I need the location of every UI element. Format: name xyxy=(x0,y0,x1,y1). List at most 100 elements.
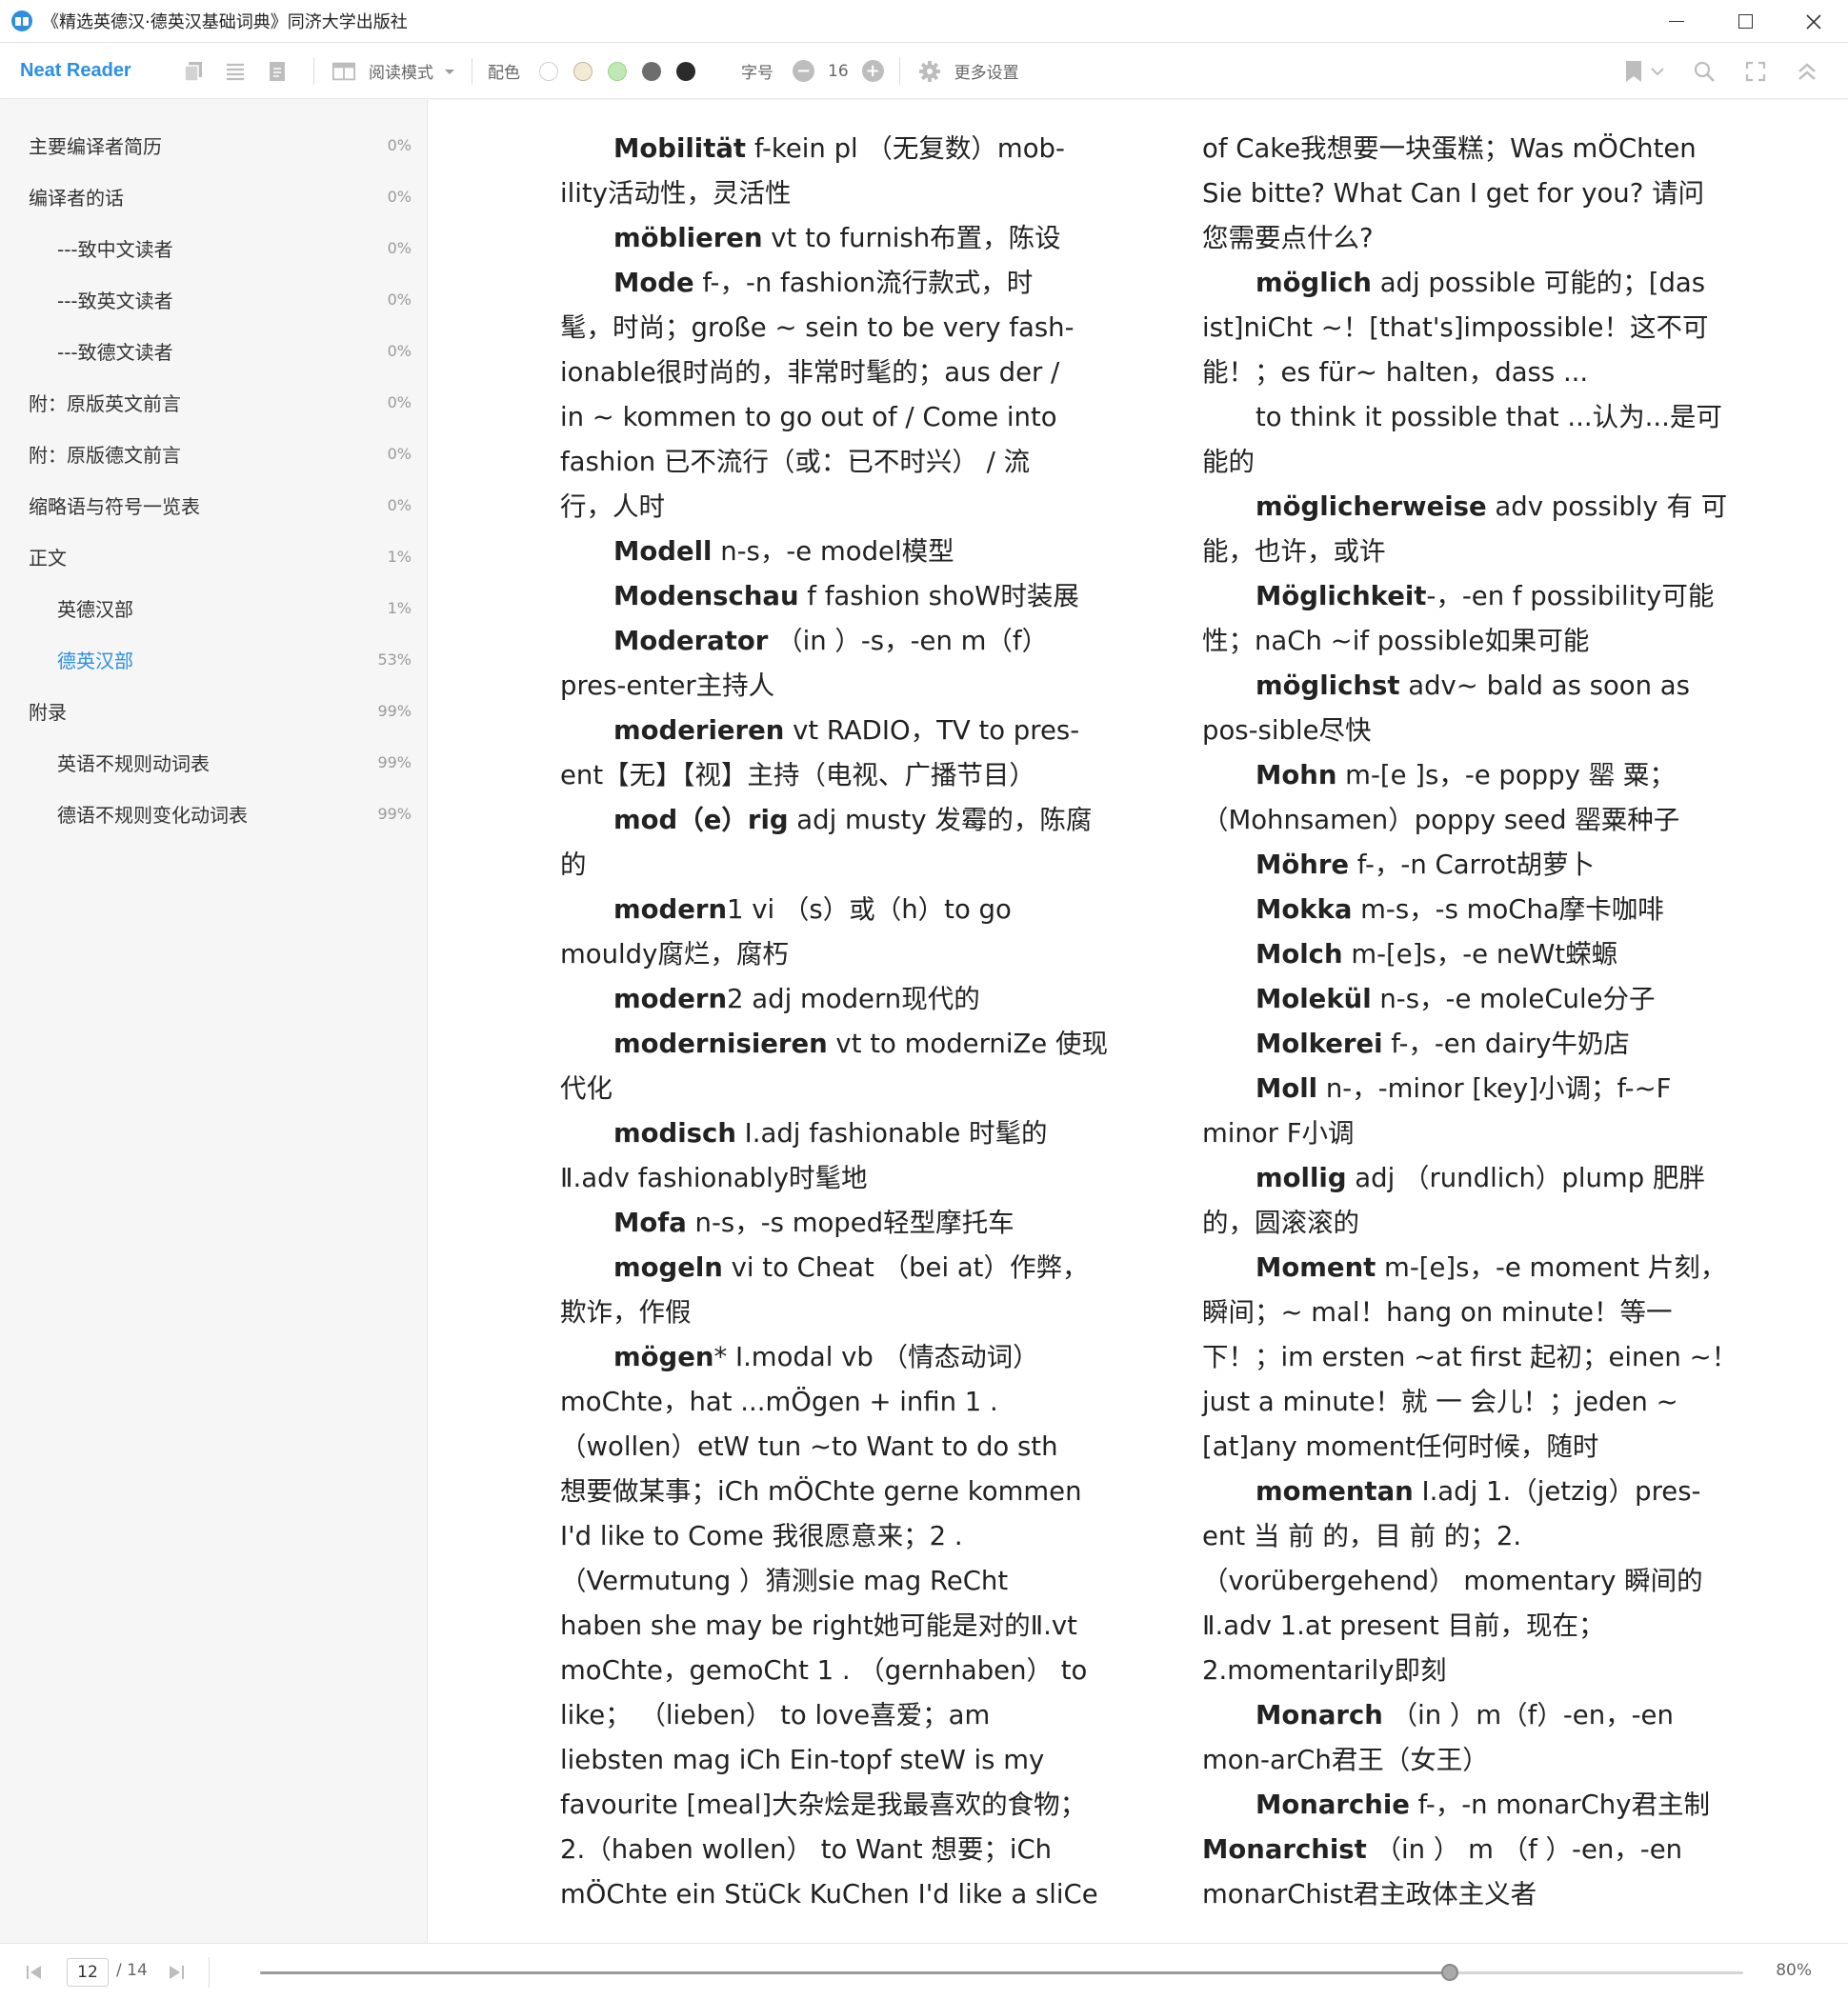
text-line: Mofa n-s，-s moped轻型摩托车 xyxy=(560,1201,1075,1246)
text-line: （Mohnsamen）poppy seed 罂粟种子 xyxy=(1202,798,1717,843)
text-line: 想要做某事；iCh mÖChte gerne kommen xyxy=(560,1470,1082,1514)
text-line: liebsten mag iCh Ein-topf steW is my xyxy=(560,1738,1075,1783)
layout-icon-wrap[interactable] xyxy=(331,59,356,84)
text-line: möglich adj possible 可能的；[das xyxy=(1202,261,1717,306)
text-line: Sie bitte? What Can I get for you? 请问 xyxy=(1202,171,1717,216)
text-line: momentan Ⅰ.adj 1.（jetzig）pres- xyxy=(1202,1470,1717,1514)
entry-text: just a minute！就 一 会儿！；jeden ~ xyxy=(1202,1387,1678,1417)
entry-headword: möglich xyxy=(1255,268,1372,298)
text-line: Monarchist （in ） m （f ）-en，-en xyxy=(1202,1828,1717,1872)
entry-text: 您需要点什么? xyxy=(1202,223,1374,253)
entry-text: like； （lieben） to love喜爱；am xyxy=(560,1700,991,1730)
text-line: moChte，hat ...mÖgen + infin 1 . xyxy=(560,1380,1075,1425)
toc-item[interactable]: 德英汉部 53% xyxy=(0,633,427,685)
copy-pages-button[interactable] xyxy=(181,59,206,84)
minimize-button[interactable] xyxy=(1642,0,1711,43)
text-line: [at]any moment任何时候，随时 xyxy=(1202,1425,1717,1470)
notes-button[interactable] xyxy=(265,59,290,84)
page-number-input[interactable]: 12 xyxy=(67,1958,109,1987)
minimize-icon xyxy=(1669,20,1684,23)
entry-text: adv possibly 有 可 xyxy=(1486,491,1728,522)
color-swatch-green[interactable] xyxy=(608,61,627,81)
toc-item[interactable]: 主要编译者简历 0% xyxy=(0,119,427,170)
toc-item[interactable]: 附：原版英文前言 0% xyxy=(0,376,427,428)
title-bar: 《精选英德汉·德英汉基础词典》同济大学出版社 xyxy=(0,0,1848,43)
last-page-icon[interactable] xyxy=(167,1963,186,1982)
entry-text: liebsten mag iCh Ein-topf steW is my xyxy=(560,1745,1045,1775)
entry-text: （vorübergehend） momentary 瞬间的 xyxy=(1202,1566,1703,1596)
entry-text: of Cake我想要一块蛋糕；Was mÖChten xyxy=(1202,133,1697,164)
toc-button[interactable] xyxy=(223,59,248,84)
settings-button[interactable] xyxy=(917,59,942,84)
toc-item[interactable]: 编译者的话 0% xyxy=(0,170,427,222)
entry-text: moChte，hat ...mÖgen + infin 1 . xyxy=(560,1387,998,1417)
entry-headword: Modell xyxy=(613,536,713,567)
entry-text: 下！；im ersten ~at first 起初；einen ~！ xyxy=(1202,1342,1738,1372)
progress-handle[interactable] xyxy=(1440,1964,1458,1981)
entry-text: mÖChte ein StüCk KuChen I'd like a sliCe xyxy=(560,1879,1098,1910)
read-mode-dropdown[interactable]: 阅读模式 xyxy=(369,59,433,83)
toc-item[interactable]: 附录 99% xyxy=(0,685,427,736)
text-line: monarChist君主政体主义者 xyxy=(1202,1872,1717,1917)
toolbar-divider xyxy=(898,57,900,85)
toc-item[interactable]: 正文 1% xyxy=(0,530,427,582)
text-line: modisch Ⅰ.adj fashionable 时髦的 xyxy=(560,1111,1075,1156)
zoom-level: 80% xyxy=(1776,1961,1812,1980)
entry-headword: Mokka xyxy=(1255,894,1353,925)
entry-headword: Molekül xyxy=(1255,984,1372,1014)
entry-headword: Mohn xyxy=(1255,760,1337,790)
close-button[interactable] xyxy=(1779,0,1848,43)
entry-text: vt RADIO，TV to pres- xyxy=(784,715,1080,746)
fullscreen-button[interactable] xyxy=(1743,59,1768,84)
font-increase-button[interactable]: + xyxy=(861,60,884,82)
text-line: Möhre f-，-n Carrot胡萝卜 xyxy=(1202,843,1717,888)
color-swatch-gray[interactable] xyxy=(642,61,661,81)
toc-item[interactable]: 英语不规则动词表 99% xyxy=(0,736,427,788)
toc-item[interactable]: ---致中文读者 0% xyxy=(0,222,427,273)
entry-headword: möblieren xyxy=(613,223,763,253)
fullscreen-icon xyxy=(1745,61,1766,82)
more-settings-button[interactable]: 更多设置 xyxy=(954,59,1019,83)
toc-item[interactable]: 英德汉部 1% xyxy=(0,582,427,633)
toc-item[interactable]: 附：原版德文前言 0% xyxy=(0,428,427,479)
toc-item[interactable]: 德语不规则变化动词表 99% xyxy=(0,788,427,839)
text-line: 髦，时尚；große ~ sein to be very fash- xyxy=(560,306,1075,350)
color-swatch-black[interactable] xyxy=(676,61,695,81)
color-swatch-beige[interactable] xyxy=(573,61,593,81)
entry-headword: Mofa xyxy=(613,1208,687,1238)
entry-text: 的 xyxy=(560,850,587,880)
maximize-button[interactable] xyxy=(1711,0,1779,43)
entry-text: pos-sible尽快 xyxy=(1202,715,1372,746)
entry-headword: modisch xyxy=(613,1118,736,1149)
entry-text: mon-arCh君王（女王） xyxy=(1202,1745,1489,1775)
collapse-toolbar-button[interactable] xyxy=(1795,59,1819,84)
bookmark-button[interactable] xyxy=(1621,59,1646,84)
text-line: 能，也许，或许 xyxy=(1202,530,1717,574)
entry-text: vt to furnish布置，陈设 xyxy=(762,223,1061,253)
toc-item-percent: 0% xyxy=(387,238,412,257)
pages-icon xyxy=(184,61,202,82)
chevron-down-icon[interactable] xyxy=(1650,66,1665,77)
entry-text: （Vermutung ）猜测sie mag ReCht xyxy=(560,1566,1009,1596)
text-line: ionable很时尚的，非常时髦的；aus der / xyxy=(560,350,1075,395)
toc-item-percent: 0% xyxy=(387,290,412,309)
toc-item-percent: 0% xyxy=(387,135,412,154)
gear-icon xyxy=(918,60,940,82)
search-icon xyxy=(1694,61,1715,82)
text-line: Molkerei f-，-en dairy牛奶店 xyxy=(1202,1022,1717,1067)
toc-item[interactable]: 缩略语与符号一览表 0% xyxy=(0,479,427,530)
text-line: ent 当 前 的，目 前 的；2. xyxy=(1202,1514,1717,1559)
font-decrease-button[interactable]: − xyxy=(793,60,814,82)
first-page-icon[interactable] xyxy=(25,1963,44,1982)
entry-text: n-，-minor [key]小调；f-~F xyxy=(1317,1073,1672,1104)
toc-item[interactable]: ---致德文读者 0% xyxy=(0,325,427,376)
toc-item[interactable]: ---致英文读者 0% xyxy=(0,273,427,325)
toc-sidebar: 主要编译者简历 0% 编译者的话 0% ---致中文读者 0% ---致英文读者 0% ---致… xyxy=(0,100,428,1943)
reading-progress-slider[interactable] xyxy=(260,1964,1743,1981)
toc-item-label: 附：原版英文前言 xyxy=(29,391,181,415)
search-button[interactable] xyxy=(1692,59,1717,84)
entry-text: vt to moderniZe 使现 xyxy=(827,1029,1108,1059)
text-line: möglicherweise adv possibly 有 可 xyxy=(1202,485,1727,530)
entry-text: （in ）m（f）-en，-en xyxy=(1382,1700,1674,1730)
color-swatch-white[interactable] xyxy=(539,61,558,81)
